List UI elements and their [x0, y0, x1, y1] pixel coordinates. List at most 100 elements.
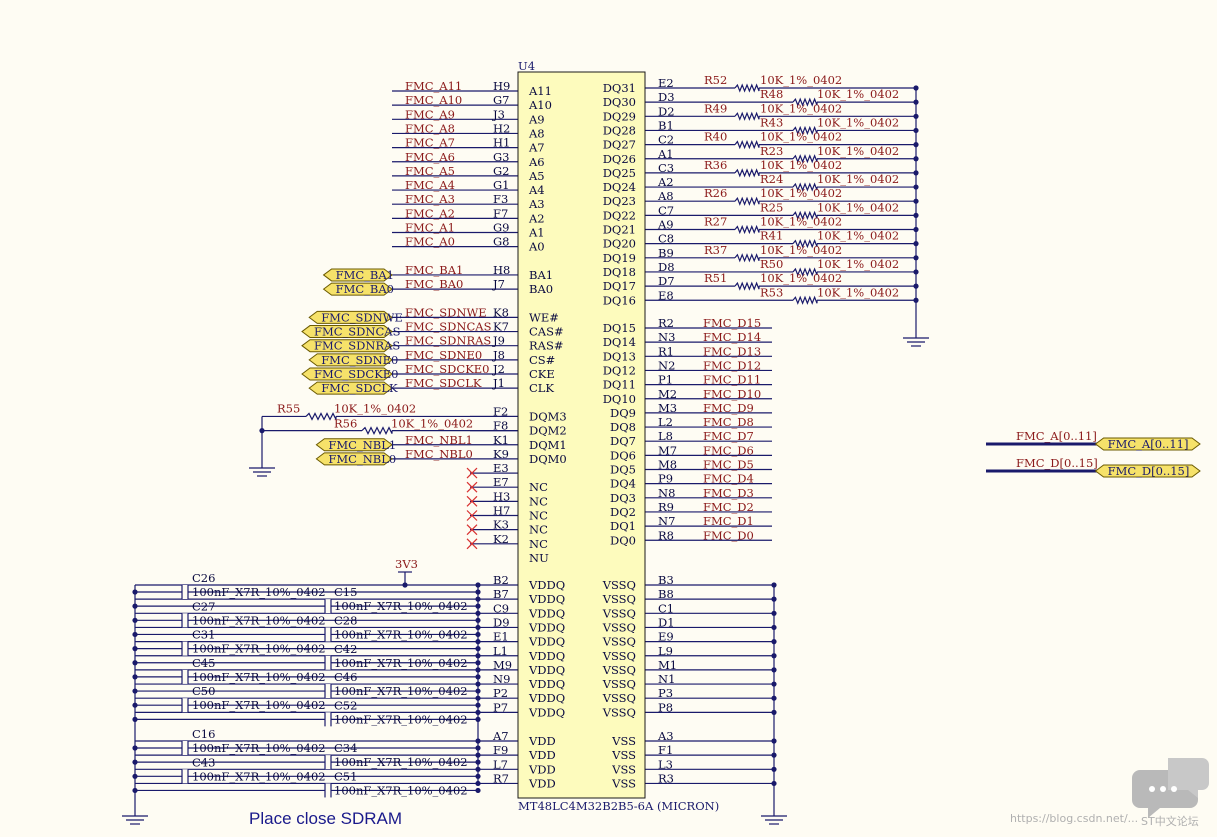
capacitor-gap: [182, 741, 188, 755]
pin-number: G7: [493, 93, 510, 107]
pin-number: K8: [493, 305, 509, 319]
port-label: FMC_NBL1: [328, 438, 396, 452]
net-label: FMC_BA0: [405, 277, 463, 291]
ic-pin-name: A3: [528, 197, 545, 211]
junction-dot: [132, 603, 138, 609]
pin-number: H7: [493, 504, 510, 518]
net-label: FMC_A5: [405, 164, 455, 178]
resistor-ref: R27: [704, 215, 727, 229]
net-label: FMC_SDNWE: [405, 305, 487, 319]
ic-pin-name: DQ1: [610, 519, 636, 533]
capacitor-value: 100nF_X7R_10%_0402: [192, 585, 326, 599]
net-label: FMC_SDCKE0: [405, 362, 490, 376]
ic-pin-name: DQ4: [610, 477, 636, 491]
bus-net-label: FMC_A[0..11]: [1016, 429, 1097, 443]
pin-number: K3: [493, 518, 509, 532]
capacitor-gap: [182, 613, 188, 628]
net-label: FMC_D2: [703, 500, 754, 514]
pin-number: C1: [658, 601, 674, 615]
ic-pin-name: VDD: [528, 762, 556, 776]
capacitor-gap: [325, 627, 331, 642]
forum-label: ST中文论坛: [1141, 814, 1199, 828]
net-label: FMC_D0: [703, 528, 754, 542]
capacitor-value: 100nF_X7R_10%_0402: [334, 783, 468, 797]
capacitor-ref: C51: [334, 769, 357, 783]
net-label: FMC_D15: [703, 316, 761, 330]
ic-pin-name: RAS#: [529, 339, 563, 353]
pin-number: R2: [658, 316, 674, 330]
ic-pin-name: VSS: [611, 776, 636, 790]
ic-pin-name: DQ22: [603, 208, 636, 222]
ic-pin-name: BA0: [529, 282, 553, 296]
junction-dot: [475, 745, 481, 751]
resistor-ref: R52: [704, 73, 727, 87]
pin-number: K1: [493, 433, 509, 447]
net-label: FMC_D1: [703, 514, 754, 528]
ic-pin-name: VSSQ: [602, 691, 636, 705]
resistor-value: 10K_1%_0402: [760, 243, 842, 257]
port-label: FMC_SDNE0: [321, 353, 398, 367]
ic-pin-name: NC: [529, 509, 548, 523]
pin-number: P3: [658, 686, 673, 700]
resistor-ref: R50: [760, 257, 783, 271]
junction-dot: [475, 617, 481, 623]
ic-pin-name: A5: [528, 169, 545, 183]
resistor-value: 10K_1%_0402: [760, 130, 842, 144]
ic-pin-name: DQ26: [603, 152, 636, 166]
capacitor-value: 100nF_X7R_10%_0402: [192, 769, 326, 783]
pin-number: F8: [493, 419, 508, 433]
ic-pin-name: DQ8: [610, 420, 636, 434]
capacitor-ref: C45: [192, 656, 215, 670]
pin-number: B3: [658, 573, 674, 587]
capacitor-gap: [182, 641, 188, 656]
junction-dot: [132, 745, 138, 751]
junction-dot: [475, 759, 481, 765]
pin-number: G3: [493, 150, 510, 164]
capacitor-value: 100nF_X7R_10%_0402: [334, 656, 468, 670]
pin-number: L9: [658, 644, 673, 658]
pin-number: J1: [492, 376, 505, 390]
junction-dot: [402, 582, 408, 588]
ic-pin-name: DQ0: [610, 533, 636, 547]
capacitor-value: 100nF_X7R_10%_0402: [192, 613, 326, 627]
pin-number: D7: [658, 274, 675, 288]
junction-dot: [475, 631, 481, 638]
ic-pin-name: NC: [529, 480, 548, 494]
capacitor-ref: C31: [192, 628, 215, 642]
ic-pin-name: DQ14: [603, 335, 636, 349]
net-label: FMC_A3: [405, 192, 455, 206]
junction-dot: [132, 716, 138, 722]
pin-number: P1: [658, 373, 673, 387]
capacitor-value: 100nF_X7R_10%_0402: [334, 599, 468, 613]
junction-dot: [132, 589, 138, 595]
ic-pin-name: DQ9: [610, 406, 636, 420]
net-label: FMC_SDNCAS: [405, 320, 492, 334]
port-label: FMC_SDNWE: [321, 310, 403, 324]
placement-note: Place close SDRAM: [249, 809, 402, 828]
junction-dot: [475, 773, 481, 779]
pin-number: B9: [658, 246, 674, 260]
ic-pin-name: DQ17: [603, 279, 636, 293]
schematic-sheet: U4 MT48LC4M32B2B5-6A (MICRON) A11 H9 FMC_A11…: [0, 0, 1217, 837]
ic-pin-name: DQ11: [603, 378, 636, 392]
capacitor-value: 100nF_X7R_10%_0402: [334, 712, 468, 726]
ic-pin-name: DQ23: [603, 194, 636, 208]
capacitor-ref: C50: [192, 684, 215, 698]
ic-pin-name: CKE: [529, 367, 555, 381]
resistor-value: 10K_1%_0402: [760, 73, 842, 87]
pin-number: G2: [493, 164, 510, 178]
ic-pin-name: VSSQ: [602, 620, 636, 634]
pin-number: A7: [492, 729, 509, 743]
resistor-value: 10K_1%_0402: [817, 229, 899, 243]
ic-pin-name: DQ24: [603, 180, 636, 194]
ic-pin-name: DQ2: [610, 505, 636, 519]
pin-number: N8: [658, 486, 675, 500]
net-label: FMC_A9: [405, 107, 455, 121]
pin-number: F1: [658, 743, 673, 757]
ic-pin-name: NC: [529, 523, 548, 537]
pin-number: A9: [657, 218, 674, 232]
pin-number: N9: [493, 672, 510, 686]
pin-number: A3: [657, 729, 674, 743]
ic-pin-name: DQM1: [529, 438, 567, 452]
capacitor-gap: [325, 599, 331, 614]
